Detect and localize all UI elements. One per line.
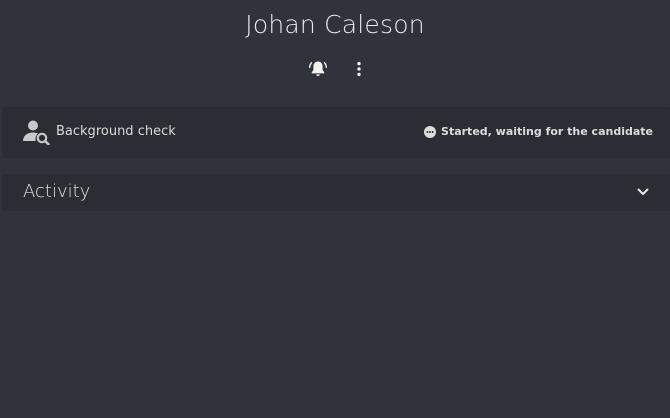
background-check-label: Background check [56,124,176,139]
more-options-button[interactable] [348,58,370,80]
chevron-down-icon[interactable] [637,187,649,197]
bell-ring-icon [309,61,327,77]
candidate-name: Johan Caleson [245,10,425,39]
candidate-page: Johan Caleson Background check Started, … [0,0,670,418]
status-text: Started, waiting for the candidate [441,125,653,138]
notifications-button[interactable] [307,58,329,80]
background-check-card[interactable]: Background check Started, waiting for th… [2,107,670,158]
header-actions [0,58,670,80]
activity-title: Activity [23,181,91,202]
activity-section[interactable]: Activity [2,174,670,211]
more-vertical-icon [357,61,361,77]
user-search-icon [23,120,50,145]
ellipsis-circle-icon [424,125,437,138]
status-badge: Started, waiting for the candidate [424,125,653,138]
